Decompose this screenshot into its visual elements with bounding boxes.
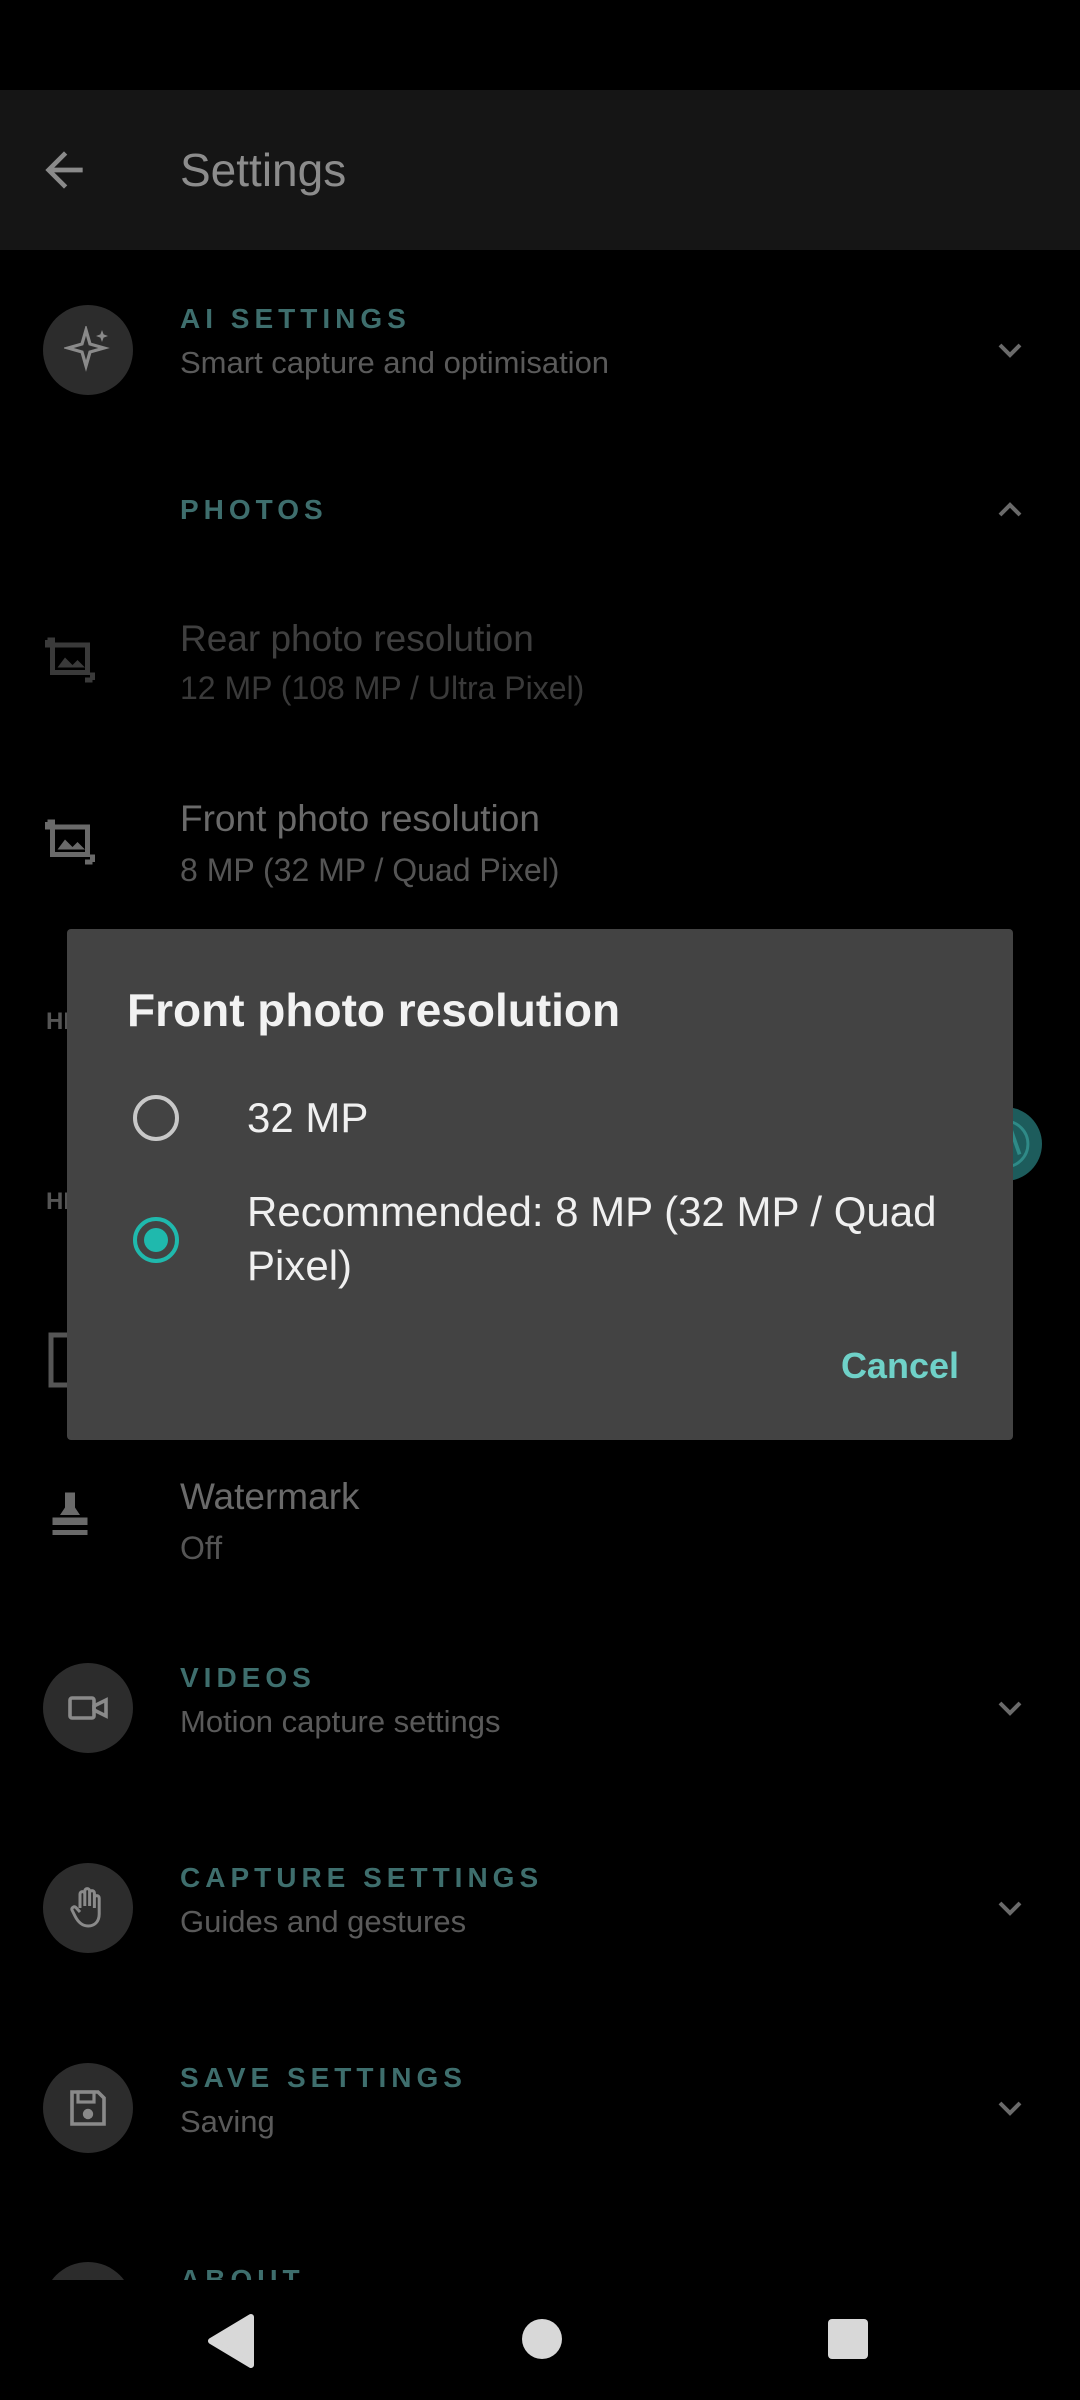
front-photo-resolution-value: 8 MP (32 MP / Quad Pixel) bbox=[180, 852, 560, 888]
app-bar: Settings bbox=[0, 90, 1080, 250]
front-photo-resolution-title[interactable]: Front photo resolution bbox=[180, 798, 540, 840]
watermark-value: Off bbox=[180, 1530, 223, 1566]
cancel-button[interactable]: Cancel bbox=[841, 1345, 959, 1387]
nav-back-icon[interactable] bbox=[205, 2313, 255, 2369]
nav-home-icon[interactable] bbox=[522, 2319, 562, 2359]
sparkle-icon bbox=[64, 326, 110, 372]
section-title-save-settings[interactable]: SAVE SETTINGS bbox=[180, 2062, 467, 2094]
chevron-down-icon[interactable] bbox=[990, 1888, 1030, 1928]
save-settings-icon-circle bbox=[43, 2063, 133, 2153]
page-title: Settings bbox=[180, 144, 347, 196]
photo-resolution-icon bbox=[45, 637, 95, 683]
back-arrow-icon[interactable] bbox=[36, 142, 92, 198]
section-subtitle-ai-settings: Smart capture and optimisation bbox=[180, 345, 610, 380]
watermark-title[interactable]: Watermark bbox=[180, 1476, 360, 1518]
ai-settings-icon-circle bbox=[43, 305, 133, 395]
about-icon-circle bbox=[43, 2262, 133, 2280]
stamp-icon bbox=[52, 1492, 88, 1535]
section-title-videos[interactable]: VIDEOS bbox=[180, 1662, 316, 1694]
section-subtitle-videos: Motion capture settings bbox=[180, 1704, 501, 1739]
dialog-title: Front photo resolution bbox=[127, 984, 621, 1036]
capture-settings-icon-circle bbox=[43, 1863, 133, 1953]
save-disk-icon bbox=[70, 2090, 106, 2126]
videos-icon-circle bbox=[43, 1663, 133, 1753]
section-title-capture-settings[interactable]: CAPTURE SETTINGS bbox=[180, 1862, 543, 1894]
rear-photo-resolution-value: 12 MP (108 MP / Ultra Pixel) bbox=[180, 670, 585, 706]
navigation-bar bbox=[0, 2280, 1080, 2400]
video-camera-icon bbox=[68, 1696, 108, 1720]
photo-resolution-icon bbox=[45, 819, 95, 865]
section-subtitle-save-settings: Saving bbox=[180, 2104, 275, 2139]
nav-recents-icon[interactable] bbox=[828, 2319, 868, 2359]
section-subtitle-capture-settings: Guides and gestures bbox=[180, 1904, 467, 1939]
rear-photo-resolution-title[interactable]: Rear photo resolution bbox=[180, 618, 534, 660]
radio-unselected-icon[interactable] bbox=[131, 1093, 181, 1143]
about-section-clip: ABOUT bbox=[0, 2240, 1080, 2280]
section-title-ai-settings[interactable]: AI SETTINGS bbox=[180, 303, 411, 335]
hand-gesture-icon bbox=[70, 1887, 101, 1928]
chevron-down-icon[interactable] bbox=[990, 2088, 1030, 2128]
chevron-down-icon[interactable] bbox=[990, 330, 1030, 370]
radio-selected-icon[interactable] bbox=[131, 1215, 181, 1265]
option-label[interactable]: 32 MP bbox=[247, 1091, 947, 1145]
front-photo-resolution-dialog: Front photo resolution 32 MP Recommended… bbox=[67, 929, 1013, 1440]
option-label[interactable]: Recommended: 8 MP (32 MP / Quad Pixel) bbox=[247, 1185, 947, 1293]
chevron-down-icon[interactable] bbox=[990, 1688, 1030, 1728]
status-bar bbox=[0, 0, 1080, 90]
chevron-up-icon[interactable] bbox=[990, 490, 1030, 530]
section-title-photos[interactable]: PHOTOS bbox=[180, 494, 328, 526]
section-title-about[interactable]: ABOUT bbox=[180, 2264, 305, 2280]
